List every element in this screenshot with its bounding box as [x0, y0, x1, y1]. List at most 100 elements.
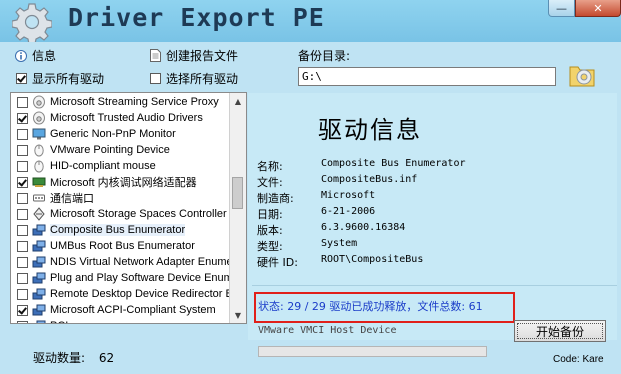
driver-list-item[interactable]: Microsoft Trusted Audio Drivers [17, 110, 203, 126]
driver-label: Microsoft Streaming Service Proxy [50, 96, 219, 108]
driver-label: UMBus Root Bus Enumerator [50, 240, 195, 252]
driver-list-item[interactable]: Microsoft 内核调试网络适配器 [17, 174, 197, 190]
driver-list-item[interactable]: VMware Pointing Device [17, 142, 170, 158]
info-icon [15, 49, 27, 62]
driver-label: Generic Non-PnP Monitor [50, 128, 176, 140]
info-field-key: 文件: [257, 176, 283, 189]
system-device-icon [32, 287, 46, 301]
select-all-drivers-label: 选择所有驱动 [166, 72, 239, 86]
driver-label: Remote Desktop Device Redirector Bu [50, 288, 239, 300]
driver-checkbox[interactable] [17, 288, 28, 300]
driver-checkbox[interactable] [17, 272, 28, 284]
info-field-value: Microsoft [321, 190, 376, 201]
credit-text: Code: Kare [553, 354, 604, 365]
gear-icon [12, 3, 52, 42]
info-field-value: System [321, 238, 358, 249]
driver-checkbox[interactable] [17, 256, 28, 268]
driver-checkbox[interactable] [17, 240, 28, 252]
select-all-drivers-option[interactable]: 选择所有驱动 [150, 70, 238, 87]
scroll-down-arrow-icon[interactable]: ▼ [230, 307, 246, 323]
speaker-icon [32, 111, 46, 125]
driver-info-title: 驱动信息 [318, 116, 422, 144]
driver-checkbox[interactable] [17, 320, 28, 323]
mouse-icon [32, 159, 46, 173]
driver-list[interactable]: Microsoft Streaming Service Proxy Microso… [10, 92, 247, 324]
show-all-drivers-checkbox[interactable] [16, 73, 27, 84]
driver-list-item[interactable]: HID-compliant mouse [17, 158, 156, 174]
minimize-button[interactable]: — [548, 0, 575, 17]
driver-checkbox[interactable] [17, 192, 28, 204]
system-device-icon [32, 255, 46, 269]
show-all-drivers-label: 显示所有驱动 [32, 72, 105, 86]
driver-label: HID-compliant mouse [50, 160, 156, 172]
driver-checkbox[interactable] [17, 208, 28, 220]
title-bar: Driver Export PE — ✕ [0, 0, 621, 42]
driver-list-item[interactable]: Composite Bus Enumerator [17, 222, 186, 238]
driver-list-item[interactable]: NDIS Virtual Network Adapter Enumer [17, 254, 236, 270]
info-field-key: 制造商: [257, 192, 294, 205]
vertical-scrollbar[interactable]: ▲ ▼ [229, 93, 246, 323]
info-field-value: ROOT\CompositeBus [321, 254, 424, 265]
create-report-option[interactable]: 创建报告文件 [150, 47, 238, 64]
driver-checkbox[interactable] [17, 224, 28, 236]
driver-list-item[interactable]: Microsoft Storage Spaces Controller [17, 206, 227, 222]
window-controls: — ✕ [548, 0, 621, 18]
info-field-row: 制造商: Microsoft [257, 190, 375, 206]
scrollbar-thumb[interactable] [232, 177, 243, 209]
speaker-icon [32, 95, 46, 109]
close-button[interactable]: ✕ [575, 0, 621, 17]
driver-label: Composite Bus Enumerator [50, 224, 186, 236]
document-icon [150, 49, 161, 62]
app-title: Driver Export PE [68, 3, 325, 32]
driver-label: PCI [50, 320, 68, 323]
driver-count-label: 驱动数量: [33, 351, 86, 365]
info-divider [252, 285, 617, 286]
driver-list-item[interactable]: Generic Non-PnP Monitor [17, 126, 176, 142]
create-report-label: 创建报告文件 [166, 49, 239, 63]
info-field-value: 6.3.9600.16384 [321, 222, 406, 233]
driver-list-item[interactable]: Plug and Play Software Device Enume [17, 270, 239, 286]
driver-checkbox[interactable] [17, 128, 28, 140]
driver-checkbox[interactable] [17, 96, 28, 108]
info-field-value: CompositeBus.inf [321, 174, 418, 185]
folder-gear-icon[interactable] [568, 61, 596, 89]
network-adapter-icon [32, 175, 46, 189]
show-all-drivers-option[interactable]: 显示所有驱动 [16, 70, 104, 87]
progress-bar [258, 346, 487, 357]
driver-list-item[interactable]: Microsoft Streaming Service Proxy [17, 94, 219, 110]
start-backup-button[interactable]: 开始备份 [514, 320, 606, 342]
driver-checkbox[interactable] [17, 176, 28, 188]
system-device-icon [32, 271, 46, 285]
info-label: 信息 [32, 49, 57, 63]
driver-checkbox[interactable] [17, 304, 28, 316]
system-device-icon [32, 239, 46, 253]
info-option[interactable]: 信息 [15, 47, 56, 64]
monitor-icon [32, 127, 46, 141]
driver-list-item[interactable]: UMBus Root Bus Enumerator [17, 238, 195, 254]
driver-label: Microsoft 内核调试网络适配器 [50, 177, 197, 189]
driver-checkbox[interactable] [17, 112, 28, 124]
driver-list-item[interactable]: 通信端口 [17, 190, 94, 206]
scroll-up-arrow-icon[interactable]: ▲ [230, 93, 246, 109]
driver-count-value: 62 [98, 351, 115, 365]
storage-icon [32, 207, 46, 221]
system-device-icon [32, 319, 46, 323]
driver-label: NDIS Virtual Network Adapter Enumer [50, 256, 237, 268]
driver-label: Plug and Play Software Device Enume [50, 272, 239, 284]
backup-dir-label: 备份目录: [298, 49, 351, 63]
system-device-icon [32, 303, 46, 317]
driver-count: 驱动数量: 62 [33, 349, 114, 366]
driver-label: 通信端口 [50, 193, 94, 205]
port-icon [32, 191, 46, 205]
driver-checkbox[interactable] [17, 144, 28, 156]
driver-list-item[interactable]: Microsoft ACPI-Compliant System [17, 302, 216, 318]
driver-checkbox[interactable] [17, 160, 28, 172]
driver-list-item[interactable]: Remote Desktop Device Redirector Bu [17, 286, 239, 302]
backup-dir-input[interactable] [298, 67, 556, 86]
select-all-drivers-checkbox[interactable] [150, 73, 161, 84]
driver-list-item[interactable]: PCI [17, 318, 68, 323]
driver-label: VMware Pointing Device [50, 144, 170, 156]
info-field-key: 硬件 ID: [257, 256, 298, 269]
system-device-icon [32, 223, 46, 237]
info-field-row: 名称: Composite Bus Enumerator [257, 158, 466, 174]
